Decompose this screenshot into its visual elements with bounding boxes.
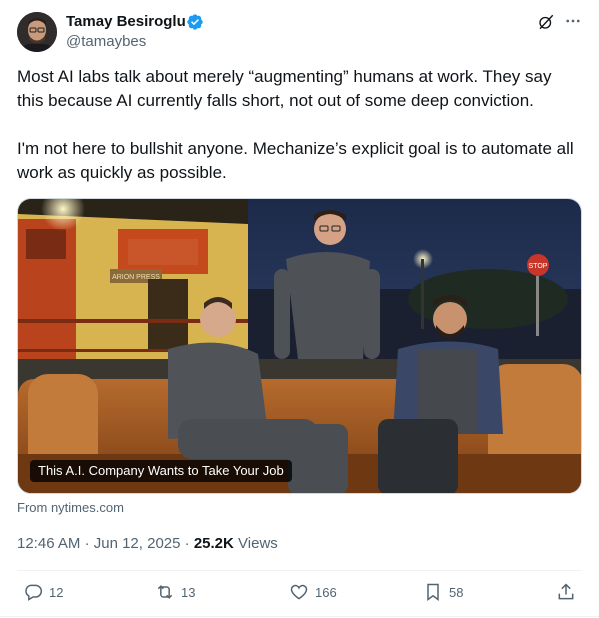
divider xyxy=(17,570,582,571)
like-count: 166 xyxy=(315,584,337,600)
bookmark-count: 58 xyxy=(449,584,464,600)
article-photo: ARION PRESS STOP xyxy=(18,199,581,493)
share-icon xyxy=(558,583,574,600)
author-name[interactable]: Tamay Besiroglu xyxy=(66,12,186,32)
reply-count: 12 xyxy=(49,584,64,600)
heart-icon xyxy=(290,584,308,600)
views-label: Views xyxy=(238,535,278,552)
author-handle[interactable]: @tamaybes xyxy=(66,32,146,52)
verified-badge-icon[interactable] xyxy=(186,13,204,31)
views-count: 25.2K xyxy=(193,535,234,552)
bookmark-button[interactable]: 58 xyxy=(423,582,463,602)
divider xyxy=(0,616,599,617)
link-card-image[interactable]: ARION PRESS STOP This A.I. Company Wants… xyxy=(17,198,582,494)
share-button[interactable] xyxy=(556,582,576,602)
media-caption: This A.I. Company Wants to Take Your Job xyxy=(30,460,292,482)
tweet-time[interactable]: 12:46 AM xyxy=(17,535,80,552)
stop-sign-text: STOP xyxy=(529,263,548,270)
action-bar: 12 13 166 58 xyxy=(17,582,582,606)
avatar[interactable] xyxy=(17,12,57,52)
bookmark-icon xyxy=(427,583,439,601)
reply-button[interactable]: 12 xyxy=(23,582,63,602)
reply-icon xyxy=(25,584,43,601)
repost-button[interactable]: 13 xyxy=(155,582,195,602)
tweet-meta: 12:46 AM · Jun 12, 2025 · 25.2K Views xyxy=(17,534,278,554)
repost-count: 13 xyxy=(181,584,196,600)
link-source[interactable]: From nytimes.com xyxy=(17,500,124,515)
separator-dot: · xyxy=(84,535,94,552)
like-button[interactable]: 166 xyxy=(289,582,337,602)
tweet-text: Most AI labs talk about merely “augmenti… xyxy=(17,67,574,182)
more-options-icon[interactable] xyxy=(564,12,582,30)
grok-icon[interactable] xyxy=(537,13,555,31)
avatar-image xyxy=(17,12,57,52)
separator-dot: · xyxy=(184,535,194,552)
tweet-date[interactable]: Jun 12, 2025 xyxy=(94,535,181,552)
repost-icon xyxy=(157,585,173,599)
